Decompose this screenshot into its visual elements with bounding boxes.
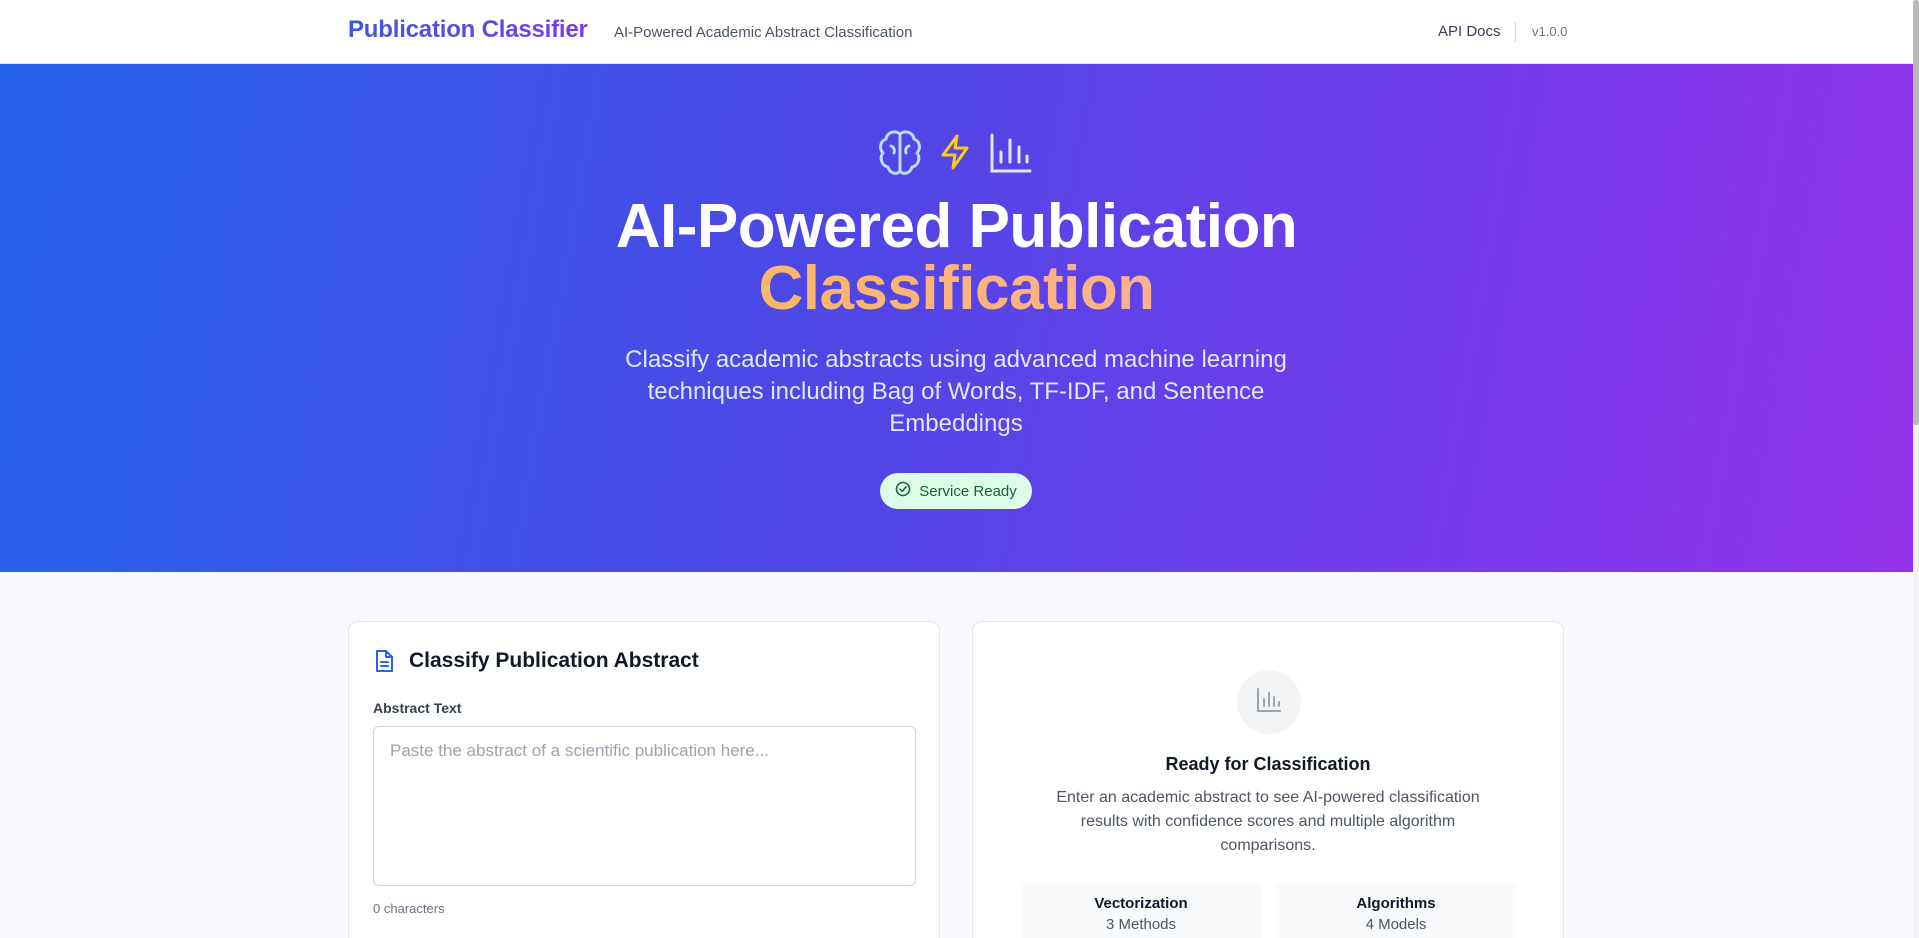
nav-divider [1515,22,1516,42]
hero-description: Classify academic abstracts using advanc… [625,346,1287,437]
classify-form-card: Classify Publication Abstract Abstract T… [348,621,940,938]
brand-logo[interactable]: Publication Classifier [348,16,588,44]
document-icon [373,649,395,678]
check-circle-icon [895,481,911,501]
top-navigation-bar: Publication Classifier AI-Powered Academ… [0,0,1913,64]
page: Publication Classifier AI-Powered Academ… [0,0,1919,938]
service-status-badge: Service Ready [880,473,1032,509]
stat-vectorization: Vectorization 3 Methods [1021,881,1261,938]
service-status-text: Service Ready [919,482,1017,500]
stat-label: Vectorization [1094,895,1188,912]
bar-chart-icon [989,132,1033,179]
character-count: 0 characters [373,901,445,916]
brain-icon [877,128,923,183]
hero-section: AI-Powered Publication Classification Cl… [0,64,1913,572]
lightning-icon [939,134,971,175]
form-title: Classify Publication Abstract [409,649,699,672]
api-docs-link[interactable]: API Docs [1438,23,1501,40]
hero-title-highlight: Classification [0,258,1913,320]
results-description: Enter an academic abstract to see AI-pow… [1056,789,1480,854]
abstract-textarea[interactable] [373,726,916,886]
stat-label: Algorithms [1356,895,1436,912]
abstract-field-label: Abstract Text [373,700,462,716]
version-label: v1.0.0 [1532,24,1568,39]
results-card: Ready for Classification Enter an academ… [972,621,1564,938]
hero-title: AI-Powered Publication [615,192,1298,261]
brand-tagline: AI-Powered Academic Abstract Classificat… [614,24,913,41]
stat-algorithms: Algorithms 4 Models [1276,881,1516,938]
stat-value: 4 Models [1365,916,1427,933]
hero-icon-group [877,128,1037,178]
stat-value: 3 Methods [1105,916,1177,933]
results-title: Ready for Classification [1165,754,1371,774]
results-placeholder-circle [1237,670,1301,734]
scrollbar-thumb[interactable] [1913,0,1919,425]
bar-chart-icon [1255,686,1283,719]
